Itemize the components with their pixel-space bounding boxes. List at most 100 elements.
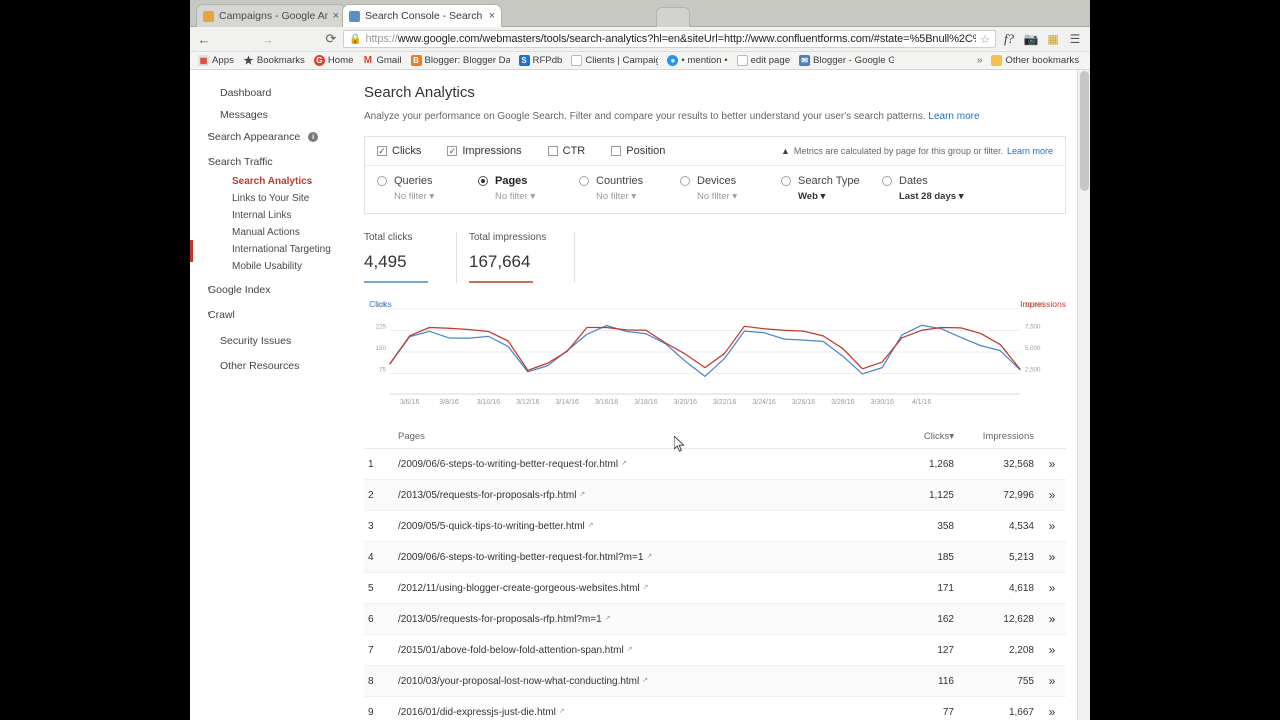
address-bar[interactable]: 🔒 https://www.google.com/webmasters/tool… (343, 30, 996, 48)
row-page[interactable]: /2009/06/6-steps-to-writing-better-reque… (394, 448, 886, 480)
sidebar-item-search-analytics[interactable]: Search Analytics (190, 173, 360, 190)
radio-icon-selected[interactable] (478, 176, 488, 186)
row-page[interactable]: /2015/01/above-fold-below-fold-attention… (394, 634, 886, 666)
table-row[interactable]: 6/2013/05/requests-for-proposals-rfp.htm… (364, 603, 1066, 635)
extension-icon[interactable]: ▦ (1044, 30, 1062, 48)
row-expand-icon[interactable]: » (1038, 572, 1066, 604)
dimension-filter-dropdown[interactable]: No filter ▾ (596, 191, 680, 202)
scrollbar-thumb[interactable] (1080, 71, 1089, 191)
row-page[interactable]: /2009/06/6-steps-to-writing-better-reque… (394, 541, 886, 573)
sidebar-item-search-appearance[interactable]: ▸ Search Appearance i (190, 126, 360, 148)
bookmark-gmail[interactable]: M Gmail (359, 55, 407, 66)
bookmark-blogger-google-group[interactable]: ✉ Blogger - Google Gr (796, 55, 900, 66)
dimension-dates[interactable]: Dates Last 28 days ▾ (882, 175, 983, 202)
sidebar-item-international-targeting[interactable]: International Targeting (190, 241, 360, 258)
external-link-icon[interactable]: ↗ (627, 646, 633, 653)
bookmark-home[interactable]: G Home (311, 55, 360, 66)
table-row[interactable]: 2/2013/05/requests-for-proposals-rfp.htm… (364, 479, 1066, 511)
metric-checkbox-impressions[interactable]: ✓ Impressions (447, 145, 522, 157)
dimension-pages[interactable]: Pages No filter ▾ (478, 175, 579, 202)
dimension-filter-dropdown[interactable]: No filter ▾ (394, 191, 478, 202)
row-page[interactable]: /2013/05/requests-for-proposals-rfp.html… (394, 479, 886, 511)
table-row[interactable]: 7/2015/01/above-fold-below-fold-attentio… (364, 634, 1066, 666)
browser-tab-campaigns[interactable]: Campaigns - Google Ana × (196, 4, 346, 27)
external-link-icon[interactable]: ↗ (559, 708, 565, 715)
f-extension-icon[interactable]: f? (1000, 30, 1018, 48)
sidebar-item-mobile-usability[interactable]: Mobile Usability (190, 258, 360, 275)
tab-close-icon[interactable]: × (489, 10, 495, 22)
row-page[interactable]: /2016/01/did-expressjs-just-die.html ↗ (394, 696, 886, 720)
tab-close-icon[interactable]: × (333, 10, 339, 22)
row-expand-icon[interactable]: » (1038, 448, 1066, 480)
bookmark-bookmarks[interactable]: ★ Bookmarks (240, 55, 311, 66)
forward-icon[interactable]: → (216, 31, 319, 47)
sidebar-item-manual-actions[interactable]: Manual Actions (190, 224, 360, 241)
table-row[interactable]: 9/2016/01/did-expressjs-just-die.html ↗ 77… (364, 696, 1066, 720)
table-row[interactable]: 3/2009/05/5-quick-tips-to-writing-better… (364, 510, 1066, 542)
bookmark-rfpdb[interactable]: S RFPdb (516, 55, 569, 66)
table-row[interactable]: 4/2009/06/6-steps-to-writing-better-requ… (364, 541, 1066, 573)
other-bookmarks-folder[interactable]: Other bookmarks (988, 55, 1085, 66)
dimension-search-type[interactable]: Search Type Web ▾ (781, 175, 882, 202)
sidebar-item-security-issues[interactable]: Security Issues (190, 330, 360, 352)
sidebar-item-other-resources[interactable]: Other Resources (190, 355, 360, 377)
bookmarks-overflow-icon[interactable]: » (971, 55, 989, 66)
menu-icon[interactable]: ☰ (1066, 30, 1084, 48)
sidebar-item-google-index[interactable]: ▸ Google Index (190, 279, 360, 301)
dimension-filter-dropdown[interactable]: No filter ▾ (495, 191, 579, 202)
metric-checkbox-position[interactable]: Position (611, 145, 665, 157)
camera-icon[interactable]: 📷 (1022, 30, 1040, 48)
dimension-filter-dropdown[interactable]: Last 28 days ▾ (899, 191, 983, 202)
sidebar-item-dashboard[interactable]: Dashboard (190, 82, 360, 104)
metrics-note-learn-more-link[interactable]: Learn more (1007, 146, 1053, 156)
dimension-filter-dropdown[interactable]: No filter ▾ (697, 191, 781, 202)
external-link-icon[interactable]: ↗ (621, 460, 627, 467)
metric-checkbox-clicks[interactable]: ✓ Clicks (377, 145, 421, 157)
external-link-icon[interactable]: ↗ (646, 553, 652, 560)
external-link-icon[interactable]: ↗ (642, 677, 648, 684)
row-page[interactable]: /2010/03/your-proposal-lost-now-what-con… (394, 665, 886, 697)
page-subtitle-learn-more-link[interactable]: Learn more (928, 111, 979, 122)
bookmark-blogger-dashboard[interactable]: B Blogger: Blogger Das (408, 55, 516, 66)
dimension-devices[interactable]: Devices No filter ▾ (680, 175, 781, 202)
row-expand-icon[interactable]: » (1038, 510, 1066, 542)
table-row[interactable]: 8/2010/03/your-proposal-lost-now-what-co… (364, 665, 1066, 697)
new-tab-button[interactable] (656, 7, 690, 27)
reload-icon[interactable]: ⟳ (323, 31, 339, 47)
sidebar-item-messages[interactable]: Messages (190, 104, 360, 126)
table-header-clicks[interactable]: Clicks▾ (886, 425, 958, 449)
sidebar-item-internal-links[interactable]: Internal Links (190, 207, 360, 224)
sidebar-item-crawl[interactable]: ▸ Crawl (190, 304, 360, 326)
radio-icon[interactable] (781, 176, 791, 186)
external-link-icon[interactable]: ↗ (579, 491, 585, 498)
vertical-scrollbar[interactable] (1077, 70, 1090, 720)
dimension-queries[interactable]: Queries No filter ▾ (377, 175, 478, 202)
dimension-countries[interactable]: Countries No filter ▾ (579, 175, 680, 202)
dimension-filter-dropdown[interactable]: Web ▾ (798, 191, 882, 202)
sidebar-item-links-to-your-site[interactable]: Links to Your Site (190, 190, 360, 207)
bookmark-clients-campaign[interactable]: Clients | Campaign M (568, 55, 664, 66)
bookmark-apps[interactable]: ▦ Apps (195, 55, 240, 66)
row-expand-icon[interactable]: » (1038, 479, 1066, 511)
metric-checkbox-ctr[interactable]: CTR (547, 145, 585, 157)
back-icon[interactable]: ← (196, 31, 212, 47)
external-link-icon[interactable]: ↗ (605, 615, 611, 622)
bookmark-mention[interactable]: ● • mention • (664, 55, 733, 66)
table-row[interactable]: 1/2009/06/6-steps-to-writing-better-requ… (364, 448, 1066, 480)
row-page[interactable]: /2013/05/requests-for-proposals-rfp.html… (394, 603, 886, 635)
row-page[interactable]: /2009/05/5-quick-tips-to-writing-better.… (394, 510, 886, 542)
bookmark-edit-page[interactable]: edit page (734, 55, 796, 66)
external-link-icon[interactable]: ↗ (643, 584, 649, 591)
radio-icon[interactable] (377, 176, 387, 186)
table-header-impressions[interactable]: Impressions (958, 425, 1038, 449)
row-page[interactable]: /2012/11/using-blogger-create-gorgeous-w… (394, 572, 886, 604)
row-expand-icon[interactable]: » (1038, 634, 1066, 666)
bookmark-star-icon[interactable]: ☆ (980, 33, 990, 46)
browser-tab-search-console[interactable]: Search Console - Search × (342, 4, 502, 27)
table-header-pages[interactable]: Pages (394, 425, 886, 449)
row-expand-icon[interactable]: » (1038, 696, 1066, 720)
row-expand-icon[interactable]: » (1038, 541, 1066, 573)
row-expand-icon[interactable]: » (1038, 665, 1066, 697)
external-link-icon[interactable]: ↗ (588, 522, 594, 529)
sidebar-item-search-traffic[interactable]: ▾ Search Traffic (190, 151, 360, 173)
